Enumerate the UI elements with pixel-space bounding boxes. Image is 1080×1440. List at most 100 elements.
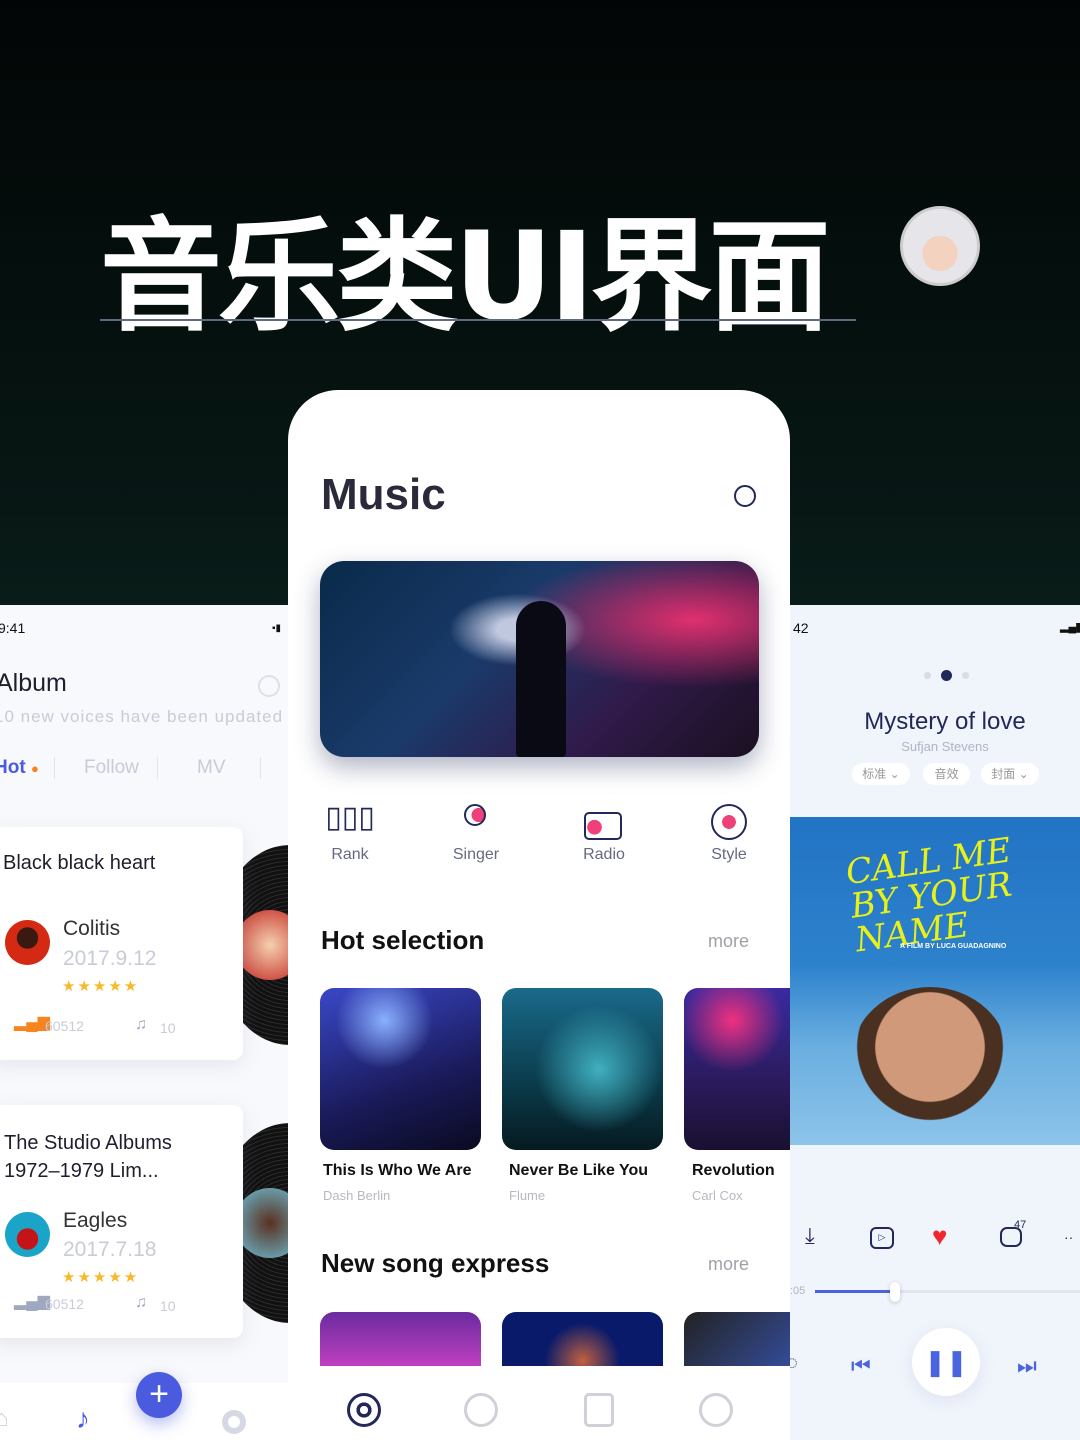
poster-title: CALL ME BY YOUR NAME	[843, 830, 1015, 961]
category-radio[interactable]: Radio	[564, 800, 644, 864]
song-thumbnail[interactable]	[320, 988, 481, 1150]
tracks-icon: ♫	[135, 1294, 147, 1311]
profile-icon[interactable]	[222, 1410, 246, 1434]
artist-name: Colitis	[63, 917, 121, 940]
tab-follow[interactable]: Follow	[84, 757, 139, 779]
player-screen: 42 ▂▄▆ Mystery of love Sufjan Stevens 标准…	[790, 605, 1080, 1440]
nav-discover-icon[interactable]	[464, 1393, 498, 1427]
song-artist: Carl Cox	[692, 1188, 743, 1203]
artist-avatar	[5, 1212, 50, 1257]
song-item[interactable]: Revolution Carl Cox	[692, 1162, 775, 1203]
previous-icon[interactable]: ⏮	[851, 1353, 871, 1379]
pause-button[interactable]: ❚❚	[912, 1328, 980, 1396]
home-icon[interactable]: ⌂	[0, 1405, 9, 1433]
song-artist: Dash Berlin	[323, 1188, 391, 1203]
pill-label: 封面	[991, 767, 1016, 781]
new-more-link[interactable]: more	[708, 1254, 749, 1275]
tracks-icon: ♫	[135, 1016, 147, 1033]
performer-silhouette	[516, 601, 566, 757]
poster-face	[850, 987, 1010, 1137]
album-date: 2017.9.12	[63, 947, 157, 970]
song-item[interactable]: This Is Who We Are Dash Berlin	[323, 1162, 471, 1203]
music-screen: Music ▯▯▯ Rank Singer Radio Style Hot sel…	[288, 390, 790, 1440]
search-icon[interactable]	[258, 675, 280, 697]
album-card[interactable]: The Studio Albums 1972–1979 Lim... Eagle…	[0, 1105, 243, 1338]
page-title: Album	[0, 669, 67, 697]
hot-more-link[interactable]: more	[708, 931, 749, 952]
signal-icon: ▂▄▆	[1060, 621, 1080, 633]
fire-icon: ●	[30, 761, 39, 776]
song-title: Mystery of love	[864, 708, 1026, 735]
sound-effect-button[interactable]: 音效	[923, 763, 970, 785]
tab-hot[interactable]: Hot ●	[0, 757, 39, 779]
repeat-icon[interactable]: ◌	[790, 1352, 798, 1375]
section-title-new: New song express	[321, 1248, 550, 1278]
track-count: 10	[160, 1298, 176, 1314]
search-icon[interactable]	[734, 485, 756, 507]
tab-label: Hot	[0, 757, 26, 778]
song-artist: Flume	[509, 1188, 546, 1203]
quality-select[interactable]: 标准 ⌄	[852, 763, 910, 785]
album-card[interactable]: Black black heart Colitis 2017.9.12 ★★★★…	[0, 827, 243, 1060]
video-icon[interactable]: ▷	[870, 1227, 894, 1249]
song-item[interactable]: Never Be Like You Flume	[509, 1162, 648, 1203]
page-dot-active[interactable]	[941, 670, 952, 681]
divider	[260, 757, 261, 779]
song-thumbnail[interactable]	[502, 988, 663, 1150]
page-title: Music	[321, 470, 446, 519]
add-button[interactable]: +	[136, 1372, 182, 1418]
album-cover: CALL ME BY YOUR NAME A FILM BY LUCA GUAD…	[790, 817, 1080, 1145]
nav-profile-icon[interactable]	[699, 1393, 733, 1427]
more-icon[interactable]: ··	[1064, 1229, 1073, 1245]
status-time: 42	[793, 620, 809, 636]
cover-select[interactable]: 封面 ⌄	[981, 763, 1039, 785]
nav-list-icon[interactable]	[584, 1393, 614, 1427]
tab-mv[interactable]: MV	[197, 757, 226, 779]
title-underline	[100, 319, 856, 321]
page-dot[interactable]	[924, 672, 931, 679]
divider	[157, 757, 158, 779]
category-rank[interactable]: ▯▯▯ Rank	[310, 800, 390, 864]
download-icon[interactable]: ⤓	[805, 1223, 815, 1249]
radio-icon	[564, 800, 644, 840]
track-count: 10	[160, 1020, 176, 1036]
play-count: 60512	[45, 1018, 84, 1034]
comment-count: 47	[1014, 1219, 1027, 1231]
star-rating: ★★★★★	[62, 1269, 140, 1286]
category-label: Singer	[452, 846, 500, 863]
elapsed-time: :05	[790, 1285, 806, 1297]
divider	[54, 757, 55, 779]
progress-track[interactable]	[815, 1290, 1080, 1293]
new-song-thumbnail[interactable]	[502, 1312, 663, 1366]
featured-banner[interactable]	[320, 561, 759, 757]
category-label: Rank	[331, 846, 369, 863]
category-label: Radio	[583, 846, 625, 863]
new-song-thumbnail[interactable]	[684, 1312, 790, 1366]
new-song-thumbnail[interactable]	[320, 1312, 481, 1366]
category-singer[interactable]: Singer	[436, 800, 516, 864]
play-count: 60512	[45, 1296, 84, 1312]
signal-icon: ▪▮	[272, 623, 282, 634]
memoji-avatar	[900, 206, 980, 286]
song-thumbnail[interactable]	[684, 988, 790, 1150]
poster-credit: A FILM BY LUCA GUADAGNINO	[900, 943, 1007, 950]
artist-name: Eagles	[63, 1209, 128, 1232]
album-date: 2017.7.18	[63, 1238, 157, 1261]
progress-fill	[815, 1290, 895, 1293]
disc-icon	[689, 800, 769, 840]
page-dot[interactable]	[962, 672, 969, 679]
category-style[interactable]: Style	[689, 800, 769, 864]
progress-thumb[interactable]	[889, 1282, 900, 1302]
music-note-icon[interactable]: ♪	[76, 1403, 90, 1435]
star-rating: ★★★★★	[62, 978, 140, 995]
album-title: Black black heart	[3, 852, 156, 874]
song-name: Never Be Like You	[509, 1162, 649, 1179]
next-icon[interactable]: ⏭	[1017, 1353, 1037, 1379]
album-screen: 9:41 ▪▮ Album 10 new voices have been up…	[0, 605, 288, 1440]
bar-chart-icon: ▯▯▯	[325, 801, 375, 834]
heart-icon[interactable]: ♥	[932, 1221, 947, 1252]
nav-music-icon[interactable]	[347, 1393, 381, 1427]
song-name: Revolution	[692, 1162, 775, 1179]
microphone-icon	[436, 800, 516, 840]
subtitle: 10 new voices have been updated	[0, 707, 284, 726]
